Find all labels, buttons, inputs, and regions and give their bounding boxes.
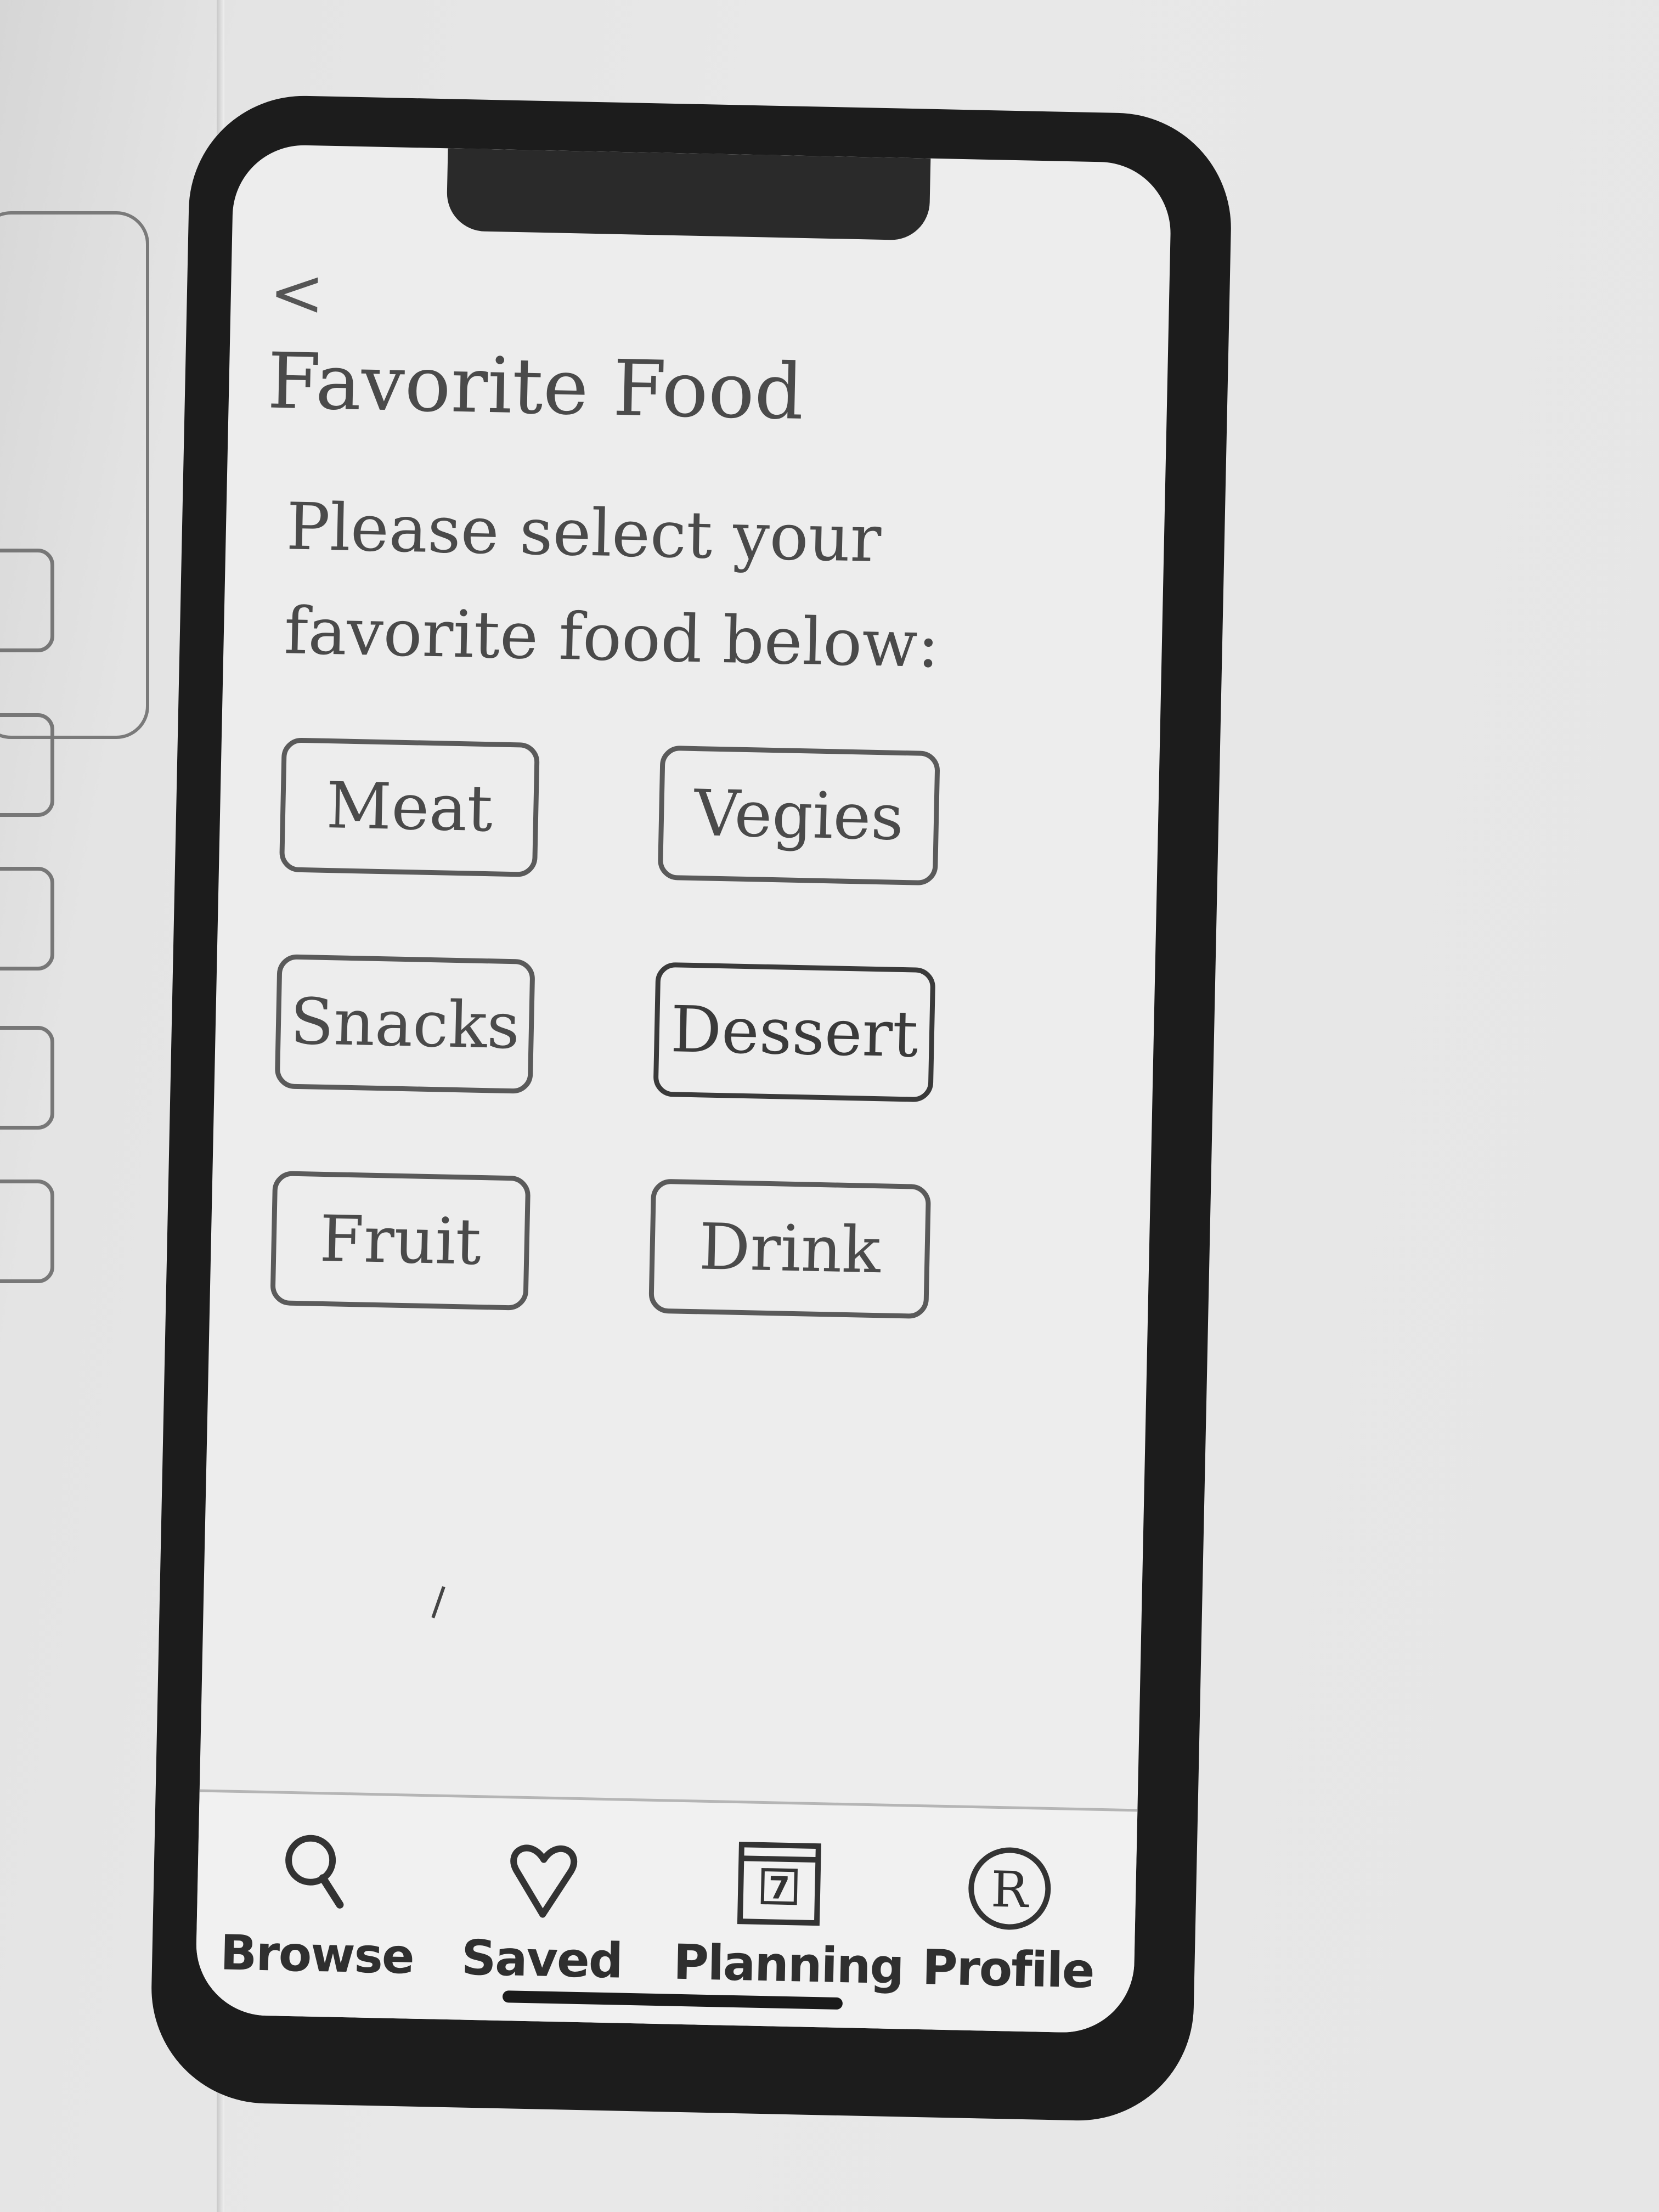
page-subtitle: Please select your favorite food below: xyxy=(283,488,940,682)
tab-profile-label: Profile xyxy=(921,1939,1094,1999)
tab-saved[interactable]: Saved xyxy=(437,1830,648,1999)
left-page-sketch-button xyxy=(0,1180,54,1283)
tab-browse[interactable]: Browse xyxy=(212,1825,424,1994)
phone-notch xyxy=(446,148,931,241)
left-page-sketch-button xyxy=(0,867,54,970)
food-option-vegies[interactable]: Vegies xyxy=(657,745,940,886)
back-button[interactable]: < xyxy=(269,255,325,332)
food-option-fruit[interactable]: Fruit xyxy=(270,1171,531,1311)
left-page-sketch-button xyxy=(0,713,54,817)
profile-icon-letter: R xyxy=(990,1861,1030,1919)
phone-frame: < Favorite Food Please select your favor… xyxy=(149,93,1234,2123)
profile-icon: R xyxy=(968,1847,1051,1930)
search-icon xyxy=(285,1835,344,1909)
heart-icon xyxy=(510,1844,578,1918)
food-option-dessert[interactable]: Dessert xyxy=(653,962,936,1103)
page-title: Favorite Food xyxy=(266,336,805,437)
tab-planning[interactable]: 7 Planning xyxy=(673,1835,904,2004)
calendar-day-number: 7 xyxy=(768,1870,790,1906)
tab-planning-label: Planning xyxy=(673,1933,904,1995)
tab-profile[interactable]: R Profile xyxy=(903,1840,1115,2009)
phone-screen: < Favorite Food Please select your favor… xyxy=(195,144,1172,2034)
calendar-icon: 7 xyxy=(737,1842,821,1926)
food-option-meat[interactable]: Meat xyxy=(279,737,540,878)
food-options-grid: Meat Vegies Snacks Dessert Fruit Drink xyxy=(270,737,1104,1322)
pencil-mark xyxy=(431,1586,445,1618)
tab-saved-label: Saved xyxy=(461,1929,623,1989)
food-option-drink[interactable]: Drink xyxy=(648,1178,932,1319)
left-page-sketch-button xyxy=(0,1026,54,1130)
food-option-snacks[interactable]: Snacks xyxy=(274,954,535,1094)
left-page-sketch-frame xyxy=(0,211,149,739)
tab-browse-label: Browse xyxy=(219,1924,414,1985)
left-page-sketch-button xyxy=(0,549,54,652)
